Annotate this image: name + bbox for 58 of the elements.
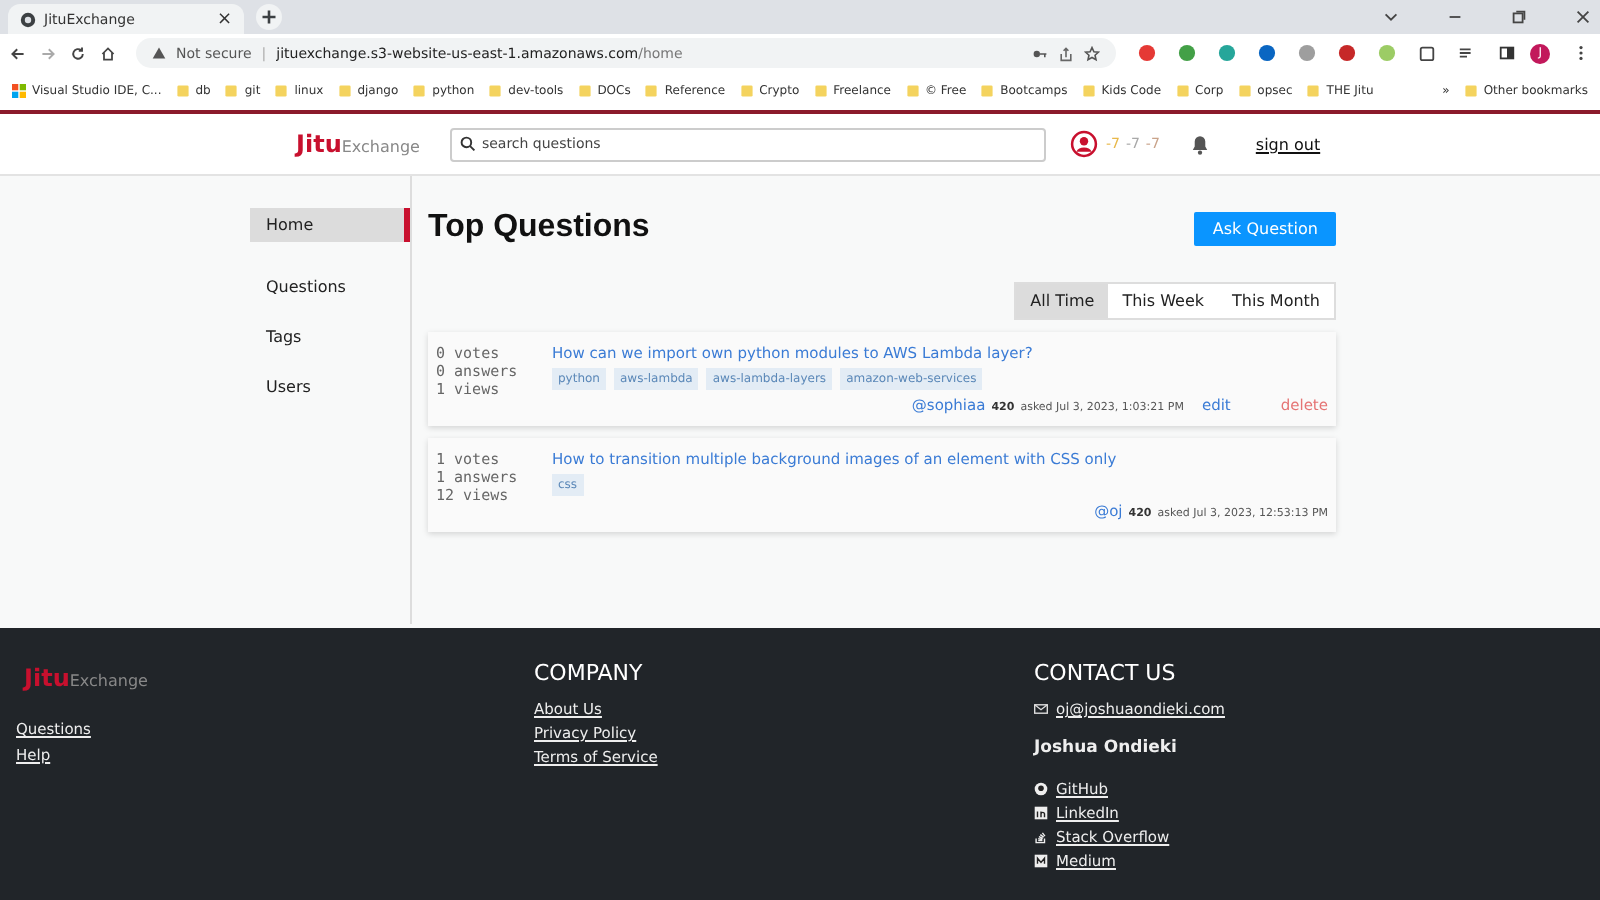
extension-icon[interactable] xyxy=(1298,44,1317,62)
back-icon[interactable] xyxy=(10,45,26,61)
sidebar-item[interactable]: Tags xyxy=(250,320,410,354)
sidebar-item[interactable]: Home xyxy=(250,208,410,242)
restore-icon[interactable] xyxy=(1510,8,1528,26)
folder-icon xyxy=(1463,84,1478,98)
sidebar-item[interactable]: Questions xyxy=(250,270,410,304)
extension-icon[interactable] xyxy=(1178,44,1197,62)
folder-icon xyxy=(1081,84,1096,98)
side-panel-icon[interactable] xyxy=(1498,44,1517,62)
linkedin-icon xyxy=(1034,806,1048,820)
filter-tab[interactable]: All Time xyxy=(1016,284,1109,318)
envelope-icon xyxy=(1034,702,1048,716)
folder-icon xyxy=(577,84,592,98)
folder-icon xyxy=(980,84,995,98)
chevron-down-icon[interactable] xyxy=(1382,8,1400,26)
extension-icon[interactable] xyxy=(1338,44,1357,62)
new-tab-icon[interactable] xyxy=(256,4,282,30)
folder-icon xyxy=(739,84,754,98)
search-icon xyxy=(459,136,476,152)
sign-out-link[interactable]: sign out xyxy=(1255,135,1321,153)
medium-icon xyxy=(1034,854,1048,868)
folder-icon xyxy=(644,84,659,98)
share-icon[interactable] xyxy=(1058,45,1075,61)
github-icon xyxy=(1034,782,1048,796)
key-icon[interactable] xyxy=(1032,45,1049,61)
bell-icon[interactable] xyxy=(1187,132,1212,156)
folder-icon xyxy=(1306,84,1321,98)
sidebar-item[interactable]: Users xyxy=(250,370,410,404)
windows-logo-icon xyxy=(12,84,26,98)
stack-overflow-icon xyxy=(1034,830,1048,844)
folder-icon xyxy=(488,84,503,98)
globe-icon xyxy=(20,11,36,27)
page-title: Top Questions xyxy=(428,210,650,246)
footer-heading: CONTACT US xyxy=(1034,660,1178,686)
folder-icon xyxy=(175,84,190,98)
footer-heading: COMPANY xyxy=(534,660,645,686)
folder-icon xyxy=(1175,84,1190,98)
folder-icon xyxy=(905,84,919,98)
folder-icon xyxy=(224,84,239,98)
logo-suffix[interactable]: Exchange xyxy=(69,672,148,690)
folder-icon xyxy=(1237,84,1252,98)
home-icon[interactable] xyxy=(100,45,116,61)
folder-icon xyxy=(274,84,289,98)
reload-icon[interactable] xyxy=(70,45,86,61)
folder-icon xyxy=(412,84,427,98)
extension-icon[interactable] xyxy=(1258,44,1277,62)
star-icon[interactable] xyxy=(1084,45,1101,61)
contact-name: Joshua Ondieki xyxy=(1034,738,1179,758)
extension-icon[interactable] xyxy=(1218,44,1237,62)
warning-icon xyxy=(152,46,166,60)
folder-icon xyxy=(337,84,352,98)
close-icon[interactable] xyxy=(1574,8,1592,26)
folder-icon xyxy=(813,84,828,98)
extension-icon[interactable] xyxy=(1138,44,1157,62)
logo-brand[interactable]: Jitu xyxy=(296,130,342,158)
logo-suffix[interactable]: Exchange xyxy=(341,138,420,156)
user-avatar-icon[interactable] xyxy=(1069,130,1098,158)
